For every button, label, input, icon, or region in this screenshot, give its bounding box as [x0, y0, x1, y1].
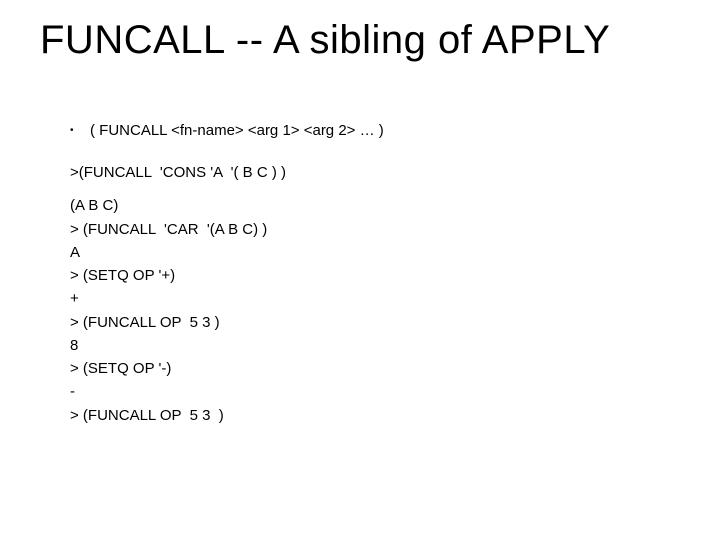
bullet-dot-icon: •	[70, 125, 90, 136]
code-line: +	[70, 287, 680, 310]
code-line: > (SETQ OP '-)	[70, 357, 680, 380]
code-line: A	[70, 241, 680, 264]
code-line: -	[70, 380, 680, 403]
slide-title: FUNCALL -- A sibling of APPLY	[40, 18, 680, 62]
syntax-bullet: • ( FUNCALL <fn-name> <arg 1> <arg 2> … …	[70, 122, 680, 139]
code-line: >(FUNCALL 'CONS 'A '( B C ) )	[70, 161, 680, 184]
example-block: >(FUNCALL 'CONS 'A '( B C ) ) (A B C) > …	[70, 161, 680, 427]
code-line: 8	[70, 334, 680, 357]
syntax-text: ( FUNCALL <fn-name> <arg 1> <arg 2> … )	[90, 122, 384, 139]
blank-line	[70, 184, 680, 194]
code-line: > (SETQ OP '+)	[70, 264, 680, 287]
code-line: (A B C)	[70, 194, 680, 217]
code-line: > (FUNCALL OP 5 3 )	[70, 404, 680, 427]
code-line: > (FUNCALL 'CAR '(A B C) )	[70, 218, 680, 241]
slide: FUNCALL -- A sibling of APPLY • ( FUNCAL…	[0, 0, 720, 540]
code-line: > (FUNCALL OP 5 3 )	[70, 311, 680, 334]
